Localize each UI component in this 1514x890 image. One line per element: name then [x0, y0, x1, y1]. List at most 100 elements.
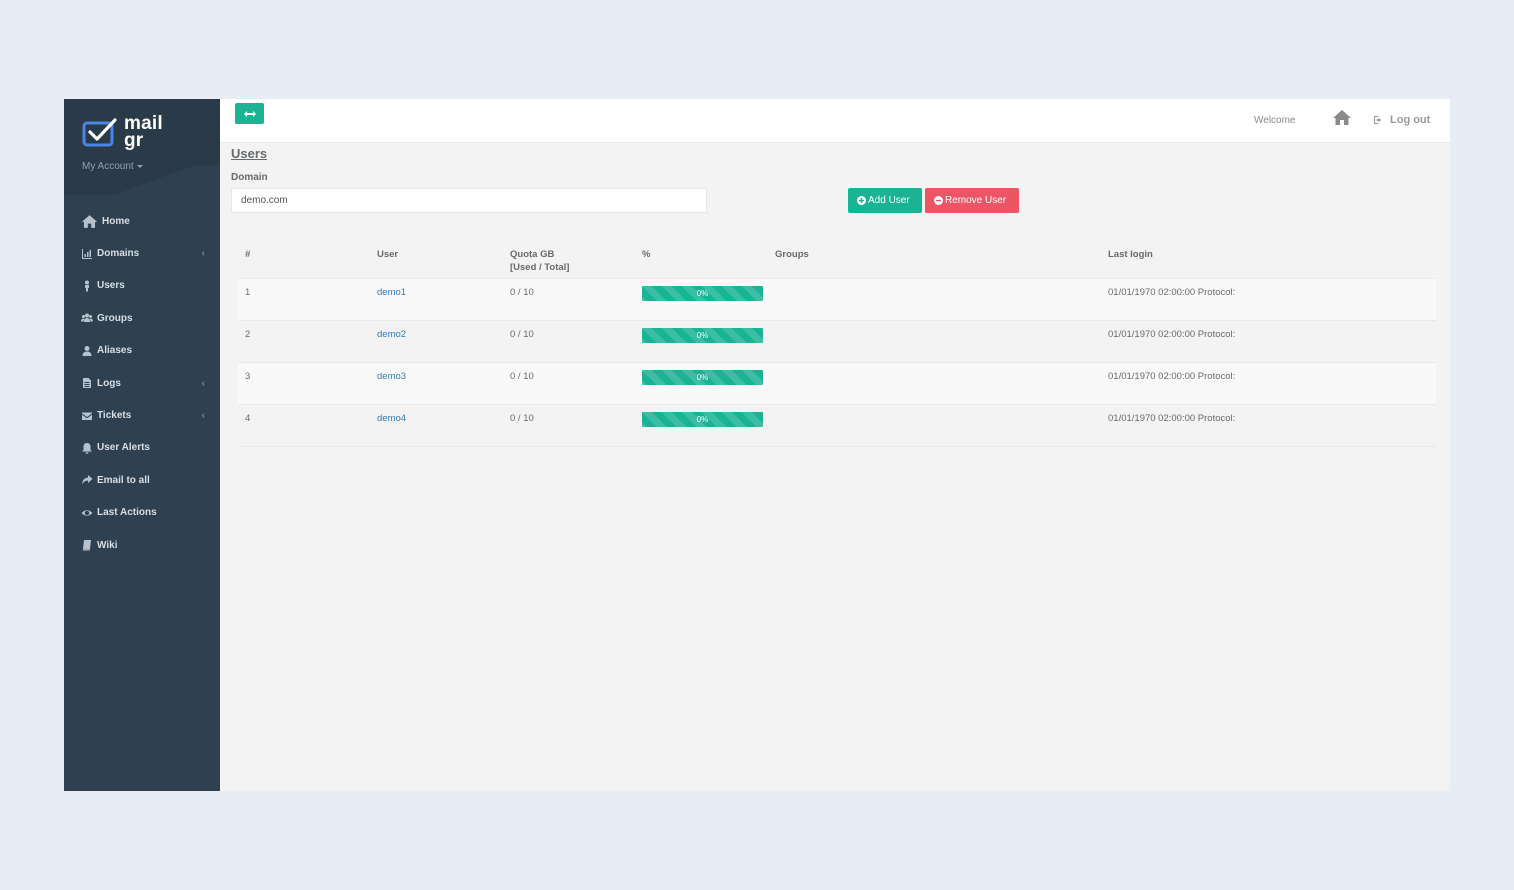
arrows-horizontal-icon: [243, 110, 256, 117]
row-number: 4: [245, 413, 251, 424]
logout-link[interactable]: Log out: [1373, 114, 1430, 126]
sidebar-item-home[interactable]: Home: [64, 205, 220, 237]
sidebar-header: mail gr My Account: [64, 99, 220, 195]
bell-icon: [81, 442, 93, 454]
bar-chart-icon: [81, 248, 93, 260]
add-user-label: Add User: [868, 195, 910, 206]
sidebar-item-aliases[interactable]: Aliases: [64, 335, 220, 367]
eye-icon: [81, 507, 93, 519]
sidebar-item-label: Wiki: [97, 539, 118, 551]
sidebar-item-logs[interactable]: Logs ‹: [64, 367, 220, 399]
logout-label: Log out: [1390, 114, 1431, 126]
sidebar-item-last-actions[interactable]: Last Actions: [64, 497, 220, 529]
home-icon: [81, 214, 98, 229]
sidebar-item-user-alerts[interactable]: User Alerts: [64, 432, 220, 464]
sidebar-item-label: Logs: [97, 377, 121, 389]
sidebar-item-label: Email to all: [97, 474, 150, 486]
my-account-dropdown[interactable]: My Account: [82, 161, 143, 172]
user-link[interactable]: demo2: [377, 329, 406, 340]
column-header-num: #: [245, 249, 251, 260]
quota-value: 0 / 10: [510, 371, 534, 382]
remove-user-label: Remove User: [945, 195, 1007, 206]
sidebar-item-email-to-all[interactable]: Email to all: [64, 464, 220, 496]
mail-check-logo-icon: [82, 118, 117, 147]
share-icon: [81, 474, 93, 486]
sidebar: mail gr My Account Home Domains ‹ Users: [64, 99, 220, 791]
book-icon: [81, 539, 93, 551]
page-title: Users: [231, 146, 268, 161]
sidebar-item-label: Aliases: [97, 345, 133, 357]
user-icon: [81, 280, 93, 292]
sidebar-nav: Home Domains ‹ Users Groups Aliases Logs…: [64, 205, 220, 561]
sidebar-item-label: Home: [102, 215, 130, 227]
user-link[interactable]: demo4: [377, 413, 406, 424]
sidebar-item-label: Users: [97, 280, 125, 292]
app-window: mail gr My Account Home Domains ‹ Users: [64, 99, 1450, 791]
usage-progress-bar: 0%: [642, 412, 763, 427]
quota-value: 0 / 10: [510, 413, 534, 424]
chevron-left-icon: ‹: [201, 248, 205, 260]
last-login-value: 01/01/1970 02:00:00 Protocol:: [1108, 413, 1236, 424]
usage-progress-bar: 0%: [642, 286, 763, 301]
sidebar-item-domains[interactable]: Domains ‹: [64, 237, 220, 269]
sidebar-item-label: Groups: [97, 312, 133, 324]
row-number: 3: [245, 371, 251, 382]
logo[interactable]: mail gr: [82, 114, 163, 151]
my-account-label: My Account: [82, 161, 134, 172]
last-login-value: 01/01/1970 02:00:00 Protocol:: [1108, 371, 1236, 382]
user-link[interactable]: demo1: [377, 287, 406, 298]
sidebar-toggle-button[interactable]: [235, 103, 264, 124]
sidebar-item-wiki[interactable]: Wiki: [64, 529, 220, 561]
quota-value: 0 / 10: [510, 287, 534, 298]
sidebar-item-groups[interactable]: Groups: [64, 302, 220, 334]
remove-user-button[interactable]: Remove User: [925, 188, 1019, 213]
last-login-value: 01/01/1970 02:00:00 Protocol:: [1108, 329, 1236, 340]
table-header: # User Quota GB [Used / Total] % Groups …: [238, 245, 1436, 279]
users-icon: [81, 312, 93, 324]
minus-circle-icon: [934, 196, 943, 205]
row-number: 2: [245, 329, 251, 340]
sidebar-item-label: Last Actions: [97, 507, 157, 519]
column-header-quota: Quota GB [Used / Total]: [510, 248, 569, 274]
file-icon: [81, 377, 93, 389]
column-header-groups: Groups: [775, 249, 809, 260]
home-icon: [1333, 110, 1351, 125]
home-link[interactable]: [1332, 109, 1352, 126]
table-row: 1 demo1 0 / 10 0% 01/01/1970 02:00:00 Pr…: [238, 279, 1436, 321]
user-link[interactable]: demo3: [377, 371, 406, 382]
row-number: 1: [245, 287, 251, 298]
column-header-user: User: [377, 249, 399, 260]
last-login-value: 01/01/1970 02:00:00 Protocol:: [1108, 287, 1236, 298]
users-table: # User Quota GB [Used / Total] % Groups …: [238, 245, 1436, 447]
usage-progress-bar: 0%: [642, 328, 763, 343]
chevron-left-icon: ‹: [201, 410, 205, 422]
envelope-icon: [81, 410, 93, 422]
usage-progress-bar: 0%: [642, 370, 763, 385]
column-header-percent: %: [642, 249, 651, 260]
sign-out-icon: [1374, 116, 1382, 124]
logo-text: mail gr: [124, 114, 163, 151]
logo-text-line2: gr: [124, 130, 144, 151]
column-header-quota-line2: [Used / Total]: [510, 262, 570, 273]
quota-value: 0 / 10: [510, 329, 534, 340]
add-user-button[interactable]: Add User: [848, 188, 922, 213]
sidebar-item-label: Domains: [97, 248, 140, 260]
welcome-text: Welcome: [1254, 115, 1296, 126]
caret-down-icon: [136, 164, 143, 168]
chevron-left-icon: ‹: [201, 377, 205, 389]
sidebar-item-tickets[interactable]: Tickets ‹: [64, 399, 220, 431]
plus-circle-icon: [857, 196, 866, 205]
user-icon: [81, 345, 93, 357]
table-row: 3 demo3 0 / 10 0% 01/01/1970 02:00:00 Pr…: [238, 363, 1436, 405]
column-header-last-login: Last login: [1108, 249, 1153, 260]
domain-label: Domain: [231, 172, 268, 183]
table-row: 2 demo2 0 / 10 0% 01/01/1970 02:00:00 Pr…: [238, 321, 1436, 363]
top-navbar: Welcome Log out: [220, 99, 1450, 143]
domain-input[interactable]: [231, 188, 707, 213]
main-content: Welcome Log out Users Domain Add User Re…: [220, 99, 1450, 791]
column-header-quota-line1: Quota GB: [510, 249, 555, 260]
table-row: 4 demo4 0 / 10 0% 01/01/1970 02:00:00 Pr…: [238, 405, 1436, 447]
sidebar-item-label: User Alerts: [97, 442, 150, 454]
sidebar-item-label: Tickets: [97, 410, 132, 422]
sidebar-item-users[interactable]: Users: [64, 270, 220, 302]
